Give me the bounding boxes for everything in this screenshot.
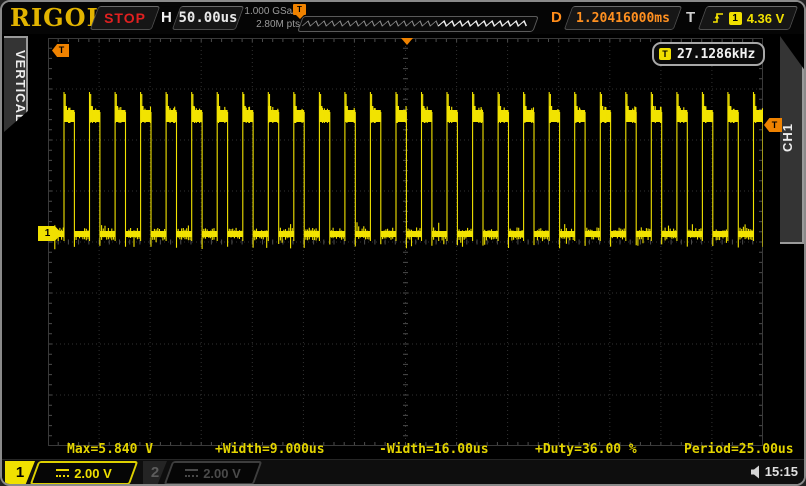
trigger-position-marker[interactable] [401,38,413,45]
run-state-label: STOP [104,10,146,26]
graticule [48,38,763,446]
channel-status-bar: 1 2.00 V 2 2.00 V 15:15 [2,459,804,485]
channel1-scale-value: 2.00 V [74,466,112,481]
measurement-neg-width: -Width=16.00us [379,442,489,457]
trigger-level-marker[interactable]: T [764,118,782,132]
oscilloscope-screen: RIGOL STOP H 50.00us 1.000 GSa/s 2.80M p… [0,0,806,486]
memory-waveform-strip[interactable] [297,16,539,32]
top-status-bar: RIGOL STOP H 50.00us 1.000 GSa/s 2.80M p… [2,2,804,34]
memory-trigger-marker: T [293,4,306,15]
delay-label: D [551,9,562,26]
counter-trigger-badge: T [659,48,671,60]
trigger-level-value: 4.36 V [747,11,785,26]
memory-waveform-preview [298,17,535,31]
speaker-icon [750,465,762,479]
measurement-pos-duty: +Duty=36.00 % [535,442,637,457]
delay-button[interactable]: 1.20416000ms [564,6,683,30]
counter-value: 27.1286kHz [677,47,755,62]
dc-coupling-icon [56,469,69,477]
menu-tab-ch1[interactable]: CH1 [780,36,804,244]
channel2-scale-value: 2.00 V [203,466,241,481]
horizontal-label: H [161,9,172,26]
measurement-period: Period=25.00us [684,442,794,457]
frequency-counter: T 27.1286kHz [652,42,765,66]
measurement-max: Max=5.840 V [67,442,153,457]
memory-depth: 2.80M pts [240,18,300,31]
channel1-scale-button[interactable]: 2.00 V [30,461,139,485]
acquisition-info: 1.000 GSa/s 2.80M pts [240,5,300,31]
time-value: 15:15 [765,464,798,479]
measurement-pos-width: +Width=9.000us [215,442,325,457]
clock: 15:15 [750,464,798,479]
trigger-label: T [686,9,695,26]
measurement-readouts: Max=5.840 V +Width=9.000us -Width=16.00u… [48,442,763,457]
trigger-source-badge: 1 [729,12,742,25]
run-state-button[interactable]: STOP [90,6,161,30]
timebase-value: 50.00us [178,10,237,26]
dc-coupling-icon [185,469,198,477]
timebase-button[interactable]: 50.00us [172,6,245,30]
delay-value: 1.20416000ms [576,11,670,26]
sample-rate: 1.000 GSa/s [240,5,300,18]
rising-edge-icon [712,11,724,25]
waveform-display [48,38,763,446]
trigger-settings-button[interactable]: 1 4.36 V [698,6,799,30]
menu-tab-vertical[interactable]: VERTICAL [4,36,28,132]
channel2-badge[interactable]: 2 [143,461,167,485]
channel2-scale-button[interactable]: 2.00 V [164,461,263,485]
